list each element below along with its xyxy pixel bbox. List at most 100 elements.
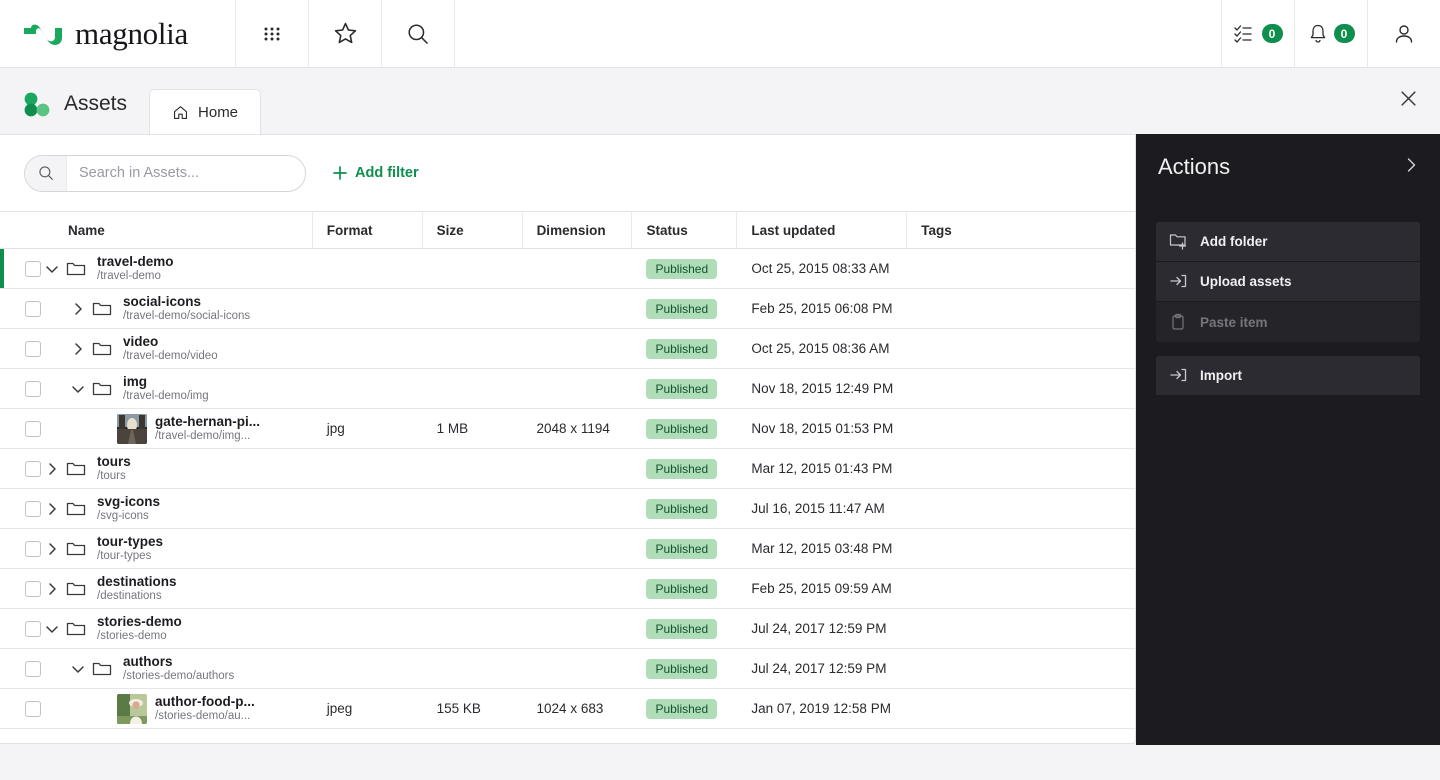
column-header-dimension[interactable]: Dimension (523, 211, 633, 249)
tasks-button[interactable]: 0 (1221, 0, 1294, 67)
add-filter-button[interactable]: Add filter (332, 165, 419, 181)
favorites-button[interactable] (309, 0, 382, 67)
action-label: Paste item (1200, 315, 1268, 330)
item-name: stories-demo (97, 614, 182, 630)
chevron-right-icon (45, 542, 59, 556)
notifications-button[interactable]: 0 (1294, 0, 1367, 67)
column-header-size[interactable]: Size (423, 211, 523, 249)
table-row[interactable]: tour-types/tour-typesPublishedMar 12, 20… (0, 529, 1135, 569)
row-checkbox[interactable] (25, 341, 41, 357)
cell-last-updated: Feb 25, 2015 06:08 PM (737, 289, 907, 329)
table-row[interactable]: img/travel-demo/imgPublishedNov 18, 2015… (0, 369, 1135, 409)
chevron-down-icon (71, 382, 85, 396)
item-name: svg-icons (97, 494, 160, 510)
row-checkbox[interactable] (25, 381, 41, 397)
tree-toggle-down[interactable] (67, 649, 89, 689)
table-row[interactable]: authors/stories-demo/authorsPublishedJul… (0, 649, 1135, 689)
cell-status: Published (632, 529, 737, 569)
cell-last-updated: Jul 16, 2015 11:47 AM (737, 489, 907, 529)
row-checkbox[interactable] (25, 421, 41, 437)
row-checkbox[interactable] (25, 701, 41, 717)
row-checkbox[interactable] (25, 621, 41, 637)
tree-toggle-right[interactable] (67, 329, 89, 369)
cell-dimension (523, 489, 633, 529)
item-path: /destinations (97, 590, 177, 603)
tab-home[interactable]: Home (149, 89, 261, 134)
tree-toggle-right[interactable] (41, 529, 63, 569)
chevron-right-icon (45, 462, 59, 476)
cell-name: travel-demo/travel-demo (0, 249, 313, 289)
table-row[interactable]: tours/toursPublishedMar 12, 2015 01:43 P… (0, 449, 1135, 489)
column-header-status[interactable]: Status (632, 211, 737, 249)
cell-format (313, 329, 423, 369)
name-text-group: tour-types/tour-types (97, 534, 163, 563)
name-text-group: tours/tours (97, 454, 131, 483)
action-item-add-folder[interactable]: Add folder (1156, 222, 1420, 262)
tree-toggle-right[interactable] (41, 569, 63, 609)
row-checkbox[interactable] (25, 301, 41, 317)
status-badge: Published (646, 419, 717, 439)
column-header-format[interactable]: Format (313, 211, 423, 249)
cell-dimension (523, 649, 633, 689)
table-row[interactable]: stories-demo/stories-demoPublishedJul 24… (0, 609, 1135, 649)
table-row[interactable]: travel-demo/travel-demoPublishedOct 25, … (0, 249, 1135, 289)
row-checkbox[interactable] (25, 501, 41, 517)
grid-apps-icon (261, 23, 283, 45)
cell-last-updated: Jul 24, 2017 12:59 PM (737, 649, 907, 689)
item-path: /stories-demo/authors (123, 670, 234, 683)
action-icon-wrapper (1156, 272, 1200, 291)
tree-toggle-down[interactable] (67, 369, 89, 409)
name-text-group: gate-hernan-pi.../travel-demo/img... (155, 414, 260, 443)
cell-status: Published (632, 249, 737, 289)
item-name: destinations (97, 574, 177, 590)
tree-toggle-right[interactable] (41, 489, 63, 529)
folder-icon (66, 580, 86, 597)
cell-size (423, 609, 523, 649)
cell-format (313, 249, 423, 289)
item-name: travel-demo (97, 254, 174, 270)
column-header-name[interactable]: Name (0, 211, 313, 249)
tree-toggle-down[interactable] (41, 609, 63, 649)
table-row[interactable]: destinations/destinationsPublishedFeb 25… (0, 569, 1135, 609)
column-header-tags[interactable]: Tags (907, 211, 1135, 249)
close-app-button[interactable] (1394, 84, 1422, 112)
apps-launcher-button[interactable] (236, 0, 309, 67)
table-row[interactable]: svg-icons/svg-iconsPublishedJul 16, 2015… (0, 489, 1135, 529)
row-checkbox[interactable] (25, 581, 41, 597)
row-checkbox[interactable] (25, 541, 41, 557)
action-icon-wrapper (1156, 366, 1200, 385)
folder-icon-wrapper (89, 660, 115, 677)
column-header-updated[interactable]: Last updated (737, 211, 907, 249)
cell-dimension (523, 329, 633, 369)
table-row[interactable]: video/travel-demo/videoPublishedOct 25, … (0, 329, 1135, 369)
folder-icon (66, 620, 86, 637)
collapse-actions-button[interactable] (1405, 157, 1418, 178)
clipboard-icon (1169, 313, 1188, 332)
magnolia-logo[interactable]: magnolia (0, 0, 236, 67)
action-item-import[interactable]: Import (1156, 356, 1420, 396)
row-checkbox[interactable] (25, 261, 41, 277)
user-menu-button[interactable] (1367, 0, 1440, 67)
table-row[interactable]: social-icons/travel-demo/social-iconsPub… (0, 289, 1135, 329)
search-input[interactable] (67, 156, 305, 191)
global-search-button[interactable] (382, 0, 455, 67)
cell-format (313, 649, 423, 689)
search-box[interactable] (24, 155, 306, 192)
row-checkbox[interactable] (25, 461, 41, 477)
tree-toggle-down[interactable] (41, 249, 63, 289)
user-avatar-icon (1392, 22, 1416, 46)
row-checkbox[interactable] (25, 661, 41, 677)
folder-icon-wrapper (63, 260, 89, 277)
folder-icon (66, 460, 86, 477)
cell-size (423, 649, 523, 689)
item-name: img (123, 374, 209, 390)
action-item-upload-assets[interactable]: Upload assets (1156, 262, 1420, 302)
tree-toggle-right[interactable] (67, 289, 89, 329)
item-path: /svg-icons (97, 510, 160, 523)
cell-name: social-icons/travel-demo/social-icons (0, 289, 313, 329)
item-path: /travel-demo/video (123, 350, 218, 363)
cell-last-updated: Oct 25, 2015 08:36 AM (737, 329, 907, 369)
table-row[interactable]: gate-hernan-pi.../travel-demo/img...jpg1… (0, 409, 1135, 449)
table-row[interactable]: author-food-p.../stories-demo/au...jpeg1… (0, 689, 1135, 729)
tree-toggle-right[interactable] (41, 449, 63, 489)
